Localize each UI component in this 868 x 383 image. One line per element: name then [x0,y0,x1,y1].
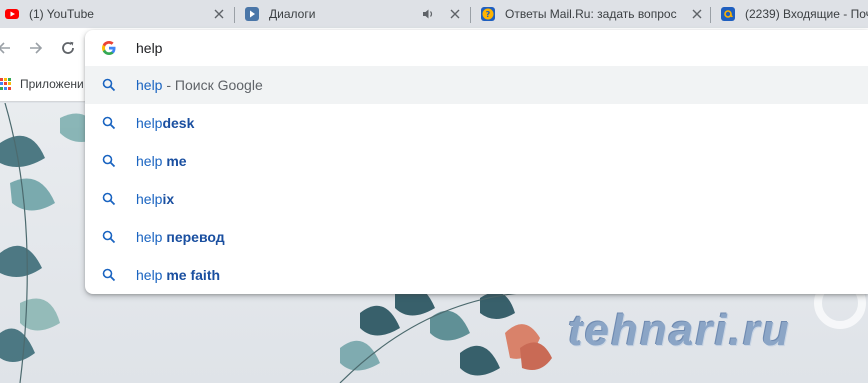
suggestion-text: help me faith [136,267,221,283]
mail-at-icon [720,6,736,22]
suggestion-item[interactable]: help me faith [85,256,868,294]
tab-title: (2239) Входящие - Поч [745,7,868,21]
apps-grid-icon [0,78,12,90]
close-icon[interactable] [212,7,226,21]
search-icon [102,116,116,130]
search-icon [102,230,116,244]
suggestion-text: helpix [136,191,175,207]
apps-label: Приложени [20,77,84,91]
omnibox-dropdown: help - Поиск Google helpdesk help me hel… [85,30,868,294]
tab-separator [470,7,471,23]
tab-separator [710,7,711,23]
tab-title: Ответы Mail.Ru: задать вопрос [505,7,677,21]
suggestion-text: help me [136,153,187,169]
omnibox-input-row [85,30,868,66]
omnibox-input[interactable] [136,39,736,57]
suggestion-text: helpdesk [136,115,195,131]
question-icon: ? [480,6,496,22]
search-icon [102,154,116,168]
suggestion-text: help - Поиск Google [136,77,263,93]
suggestion-item[interactable]: help me [85,142,868,180]
close-icon[interactable] [448,7,462,21]
suggestion-item[interactable]: helpix [85,180,868,218]
tab-otvety[interactable]: ? Ответы Mail.Ru: задать вопрос [480,0,704,28]
tab-strip: (1) YouTube Диалоги ? Ответы Mail.Ru: за… [0,0,868,28]
google-g-icon [101,40,117,56]
speaker-icon[interactable] [420,6,436,22]
back-arrow-icon[interactable] [0,38,14,58]
close-icon[interactable] [690,7,704,21]
suggestion-item[interactable]: help - Поиск Google [85,66,868,104]
svg-text:?: ? [486,10,491,19]
tab-title: Диалоги [269,7,316,21]
vk-icon [244,6,260,22]
search-icon [102,192,116,206]
youtube-icon [4,6,20,22]
tab-title: (1) YouTube [29,7,94,21]
suggestion-text: help перевод [136,229,225,245]
reload-icon[interactable] [58,38,78,58]
search-icon [102,268,116,282]
search-icon [102,78,116,92]
suggestion-item[interactable]: helpdesk [85,104,868,142]
apps-shortcut[interactable]: Приложени [0,77,84,91]
suggestion-item[interactable]: help перевод [85,218,868,256]
forward-arrow-icon[interactable] [26,38,46,58]
tab-inbox[interactable]: (2239) Входящие - Поч [720,0,868,28]
tab-separator [234,7,235,23]
tab-youtube[interactable]: (1) YouTube [4,0,226,28]
watermark-text: tehnari.ru [568,306,791,355]
tab-dialogs[interactable]: Диалоги [244,0,462,28]
